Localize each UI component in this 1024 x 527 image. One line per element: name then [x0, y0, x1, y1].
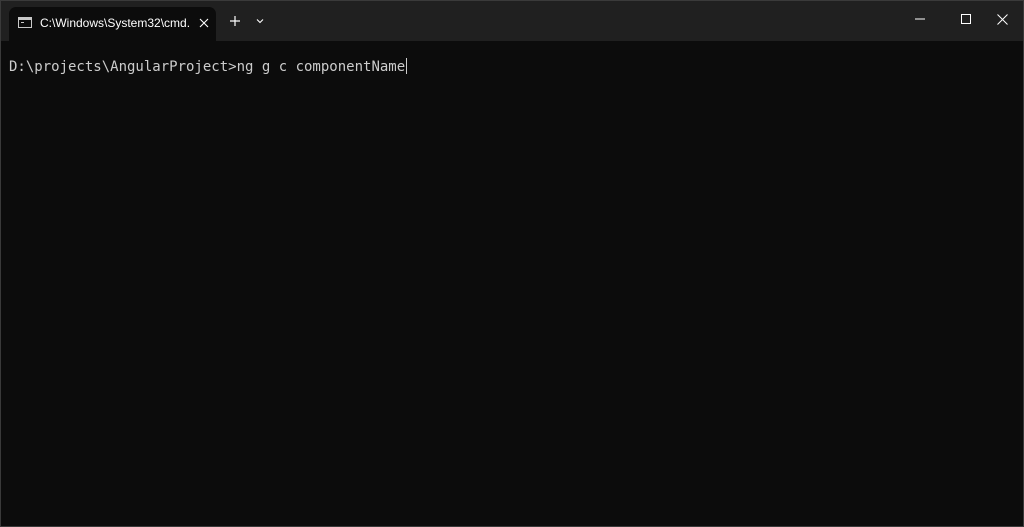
tab-close-button[interactable] — [197, 16, 211, 30]
close-icon — [199, 18, 209, 28]
terminal-icon — [18, 17, 32, 28]
new-tab-button[interactable] — [223, 7, 247, 35]
close-icon — [996, 13, 1008, 25]
terminal-output[interactable]: D:\projects\AngularProject>ng g c compon… — [1, 41, 1023, 526]
minimize-icon — [915, 18, 925, 20]
prompt-text: D:\projects\AngularProject> — [9, 59, 237, 75]
text-cursor — [406, 58, 408, 74]
new-tab-dropdown-button[interactable] — [249, 7, 271, 35]
command-line[interactable]: D:\projects\AngularProject>ng g c compon… — [9, 58, 408, 76]
minimize-button[interactable] — [897, 1, 943, 37]
close-window-button[interactable] — [979, 1, 1023, 37]
maximize-icon — [961, 14, 971, 24]
plus-icon — [230, 16, 240, 26]
chevron-down-icon — [256, 19, 264, 24]
tab-cmd[interactable]: C:\Windows\System32\cmd.e — [9, 7, 216, 41]
command-text: ng g c componentName — [236, 59, 406, 75]
terminal-window: C:\Windows\System32\cmd.e D:\projects\An… — [0, 0, 1024, 527]
title-bar[interactable]: C:\Windows\System32\cmd.e — [1, 1, 1023, 42]
tab-title: C:\Windows\System32\cmd.e — [40, 16, 190, 30]
